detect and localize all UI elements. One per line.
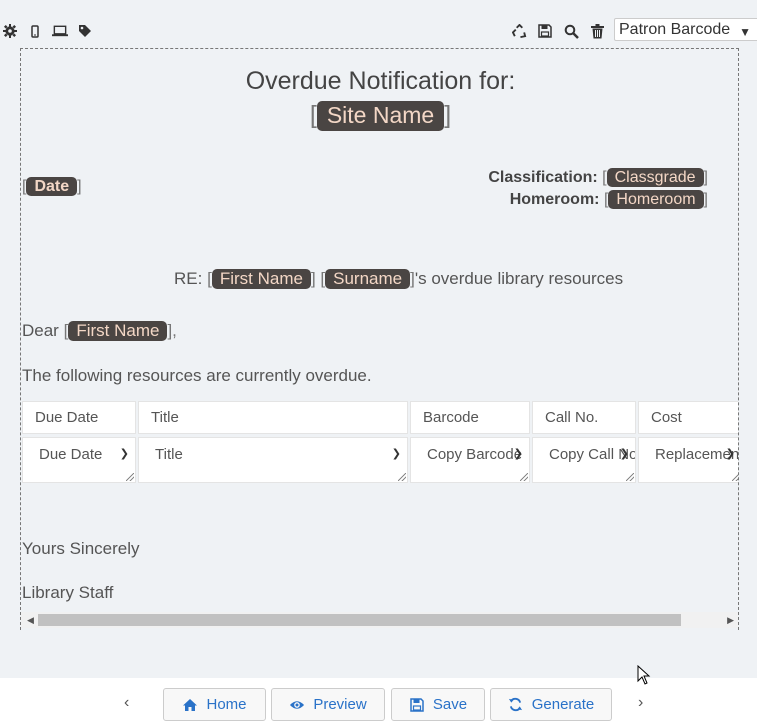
home-icon: [182, 697, 198, 713]
date-line: [Date]: [22, 177, 82, 197]
chevron-down-icon: ❯: [391, 448, 401, 460]
surname-tag[interactable]: Surname: [325, 269, 411, 290]
select-value: Due Date: [39, 446, 103, 463]
resize-handle[interactable]: [126, 473, 134, 481]
preview-button[interactable]: Preview: [271, 688, 385, 721]
resize-handle[interactable]: [520, 473, 528, 481]
tag-icon[interactable]: [77, 23, 93, 39]
generate-label: Generate: [531, 696, 595, 713]
salutation-line: Dear [First Name],: [22, 321, 177, 342]
patron-field-select[interactable]: Patron Barcode ▼: [614, 18, 757, 41]
toolbar-right: [510, 22, 606, 40]
laptop-icon[interactable]: [52, 23, 68, 39]
mouse-cursor-icon: [637, 664, 651, 690]
classification-label: Classification:: [488, 169, 598, 186]
column-header[interactable]: Call No.: [532, 401, 636, 434]
re-line: RE: [First Name] [Surname]'s overdue lib…: [174, 269, 624, 290]
dear-text: Dear: [22, 321, 59, 340]
preview-label: Preview: [313, 696, 367, 713]
column-field-select[interactable]: Copy Call No. ❯: [532, 437, 636, 483]
closing-text: Yours Sincerely: [22, 539, 140, 558]
select-value: Title: [155, 446, 183, 463]
chevron-down-icon: ❯: [619, 448, 629, 460]
chevron-right-icon[interactable]: ›: [638, 694, 643, 712]
eye-icon: [289, 697, 305, 713]
homeroom-label: Homeroom:: [509, 191, 600, 208]
date-tag[interactable]: Date: [26, 177, 78, 197]
home-label: Home: [206, 696, 247, 713]
scroll-right-icon[interactable]: ▶: [727, 615, 734, 626]
save-icon: [409, 697, 425, 713]
trash-icon[interactable]: [588, 22, 606, 40]
resize-handle[interactable]: [398, 473, 406, 481]
chevron-down-icon: ❯: [725, 448, 735, 460]
chevron-left-icon[interactable]: ‹: [124, 694, 129, 712]
home-button[interactable]: Home: [163, 688, 266, 721]
chevron-down-icon: ❯: [513, 448, 523, 460]
generate-button[interactable]: Generate: [490, 688, 612, 721]
gear-icon[interactable]: [2, 23, 18, 39]
save-label: Save: [432, 696, 468, 713]
column-header[interactable]: Title: [138, 401, 408, 434]
letter-heading: Overdue Notification for:: [245, 67, 516, 95]
horizontal-scrollbar[interactable]: ◀ ▶: [21, 612, 738, 628]
column-field-select[interactable]: Title ❯: [138, 437, 408, 483]
column-header[interactable]: Cost: [638, 401, 738, 434]
first-name-tag[interactable]: First Name: [211, 269, 311, 290]
mobile-icon[interactable]: [27, 23, 43, 39]
site-name-tag[interactable]: Site Name: [316, 101, 445, 131]
save-icon[interactable]: [536, 22, 554, 40]
site-name-line: [Site Name]: [309, 101, 452, 131]
column-header[interactable]: Due Date: [22, 401, 136, 434]
dear-first-name-tag[interactable]: First Name: [68, 321, 168, 342]
column-field-select[interactable]: Due Date ❯: [22, 437, 136, 483]
scrollbar-thumb[interactable]: [38, 614, 681, 626]
classgrade-tag[interactable]: Classgrade: [606, 168, 704, 188]
recycle-icon[interactable]: [510, 22, 528, 40]
toolbar-left: [2, 23, 93, 39]
column-field-select[interactable]: Replacement Cost ❯: [638, 437, 738, 483]
patron-field-select-value: Patron Barcode: [619, 21, 731, 38]
select-value: Copy Barcode: [427, 446, 523, 463]
chevron-down-icon: ▼: [739, 25, 751, 39]
signature-text: Library Staff: [22, 583, 114, 602]
letter-canvas: Overdue Notification for: [Site Name] [D…: [20, 48, 739, 630]
re-suffix: 's overdue library resources: [414, 269, 624, 288]
intro-text: The following resources are currently ov…: [22, 366, 372, 385]
column-header[interactable]: Barcode: [410, 401, 530, 434]
classification-block: Classification: [Classgrade] Homeroom: […: [488, 168, 708, 210]
save-button[interactable]: Save: [391, 688, 485, 721]
column-field-select[interactable]: Copy Barcode ❯: [410, 437, 530, 483]
scroll-left-icon[interactable]: ◀: [27, 615, 34, 626]
homeroom-tag[interactable]: Homeroom: [608, 190, 704, 210]
resize-handle[interactable]: [732, 473, 738, 481]
chevron-down-icon: ❯: [119, 448, 129, 460]
re-prefix: RE:: [174, 269, 203, 288]
search-icon[interactable]: [562, 22, 580, 40]
resize-handle[interactable]: [626, 473, 634, 481]
refresh-icon: [508, 697, 524, 713]
